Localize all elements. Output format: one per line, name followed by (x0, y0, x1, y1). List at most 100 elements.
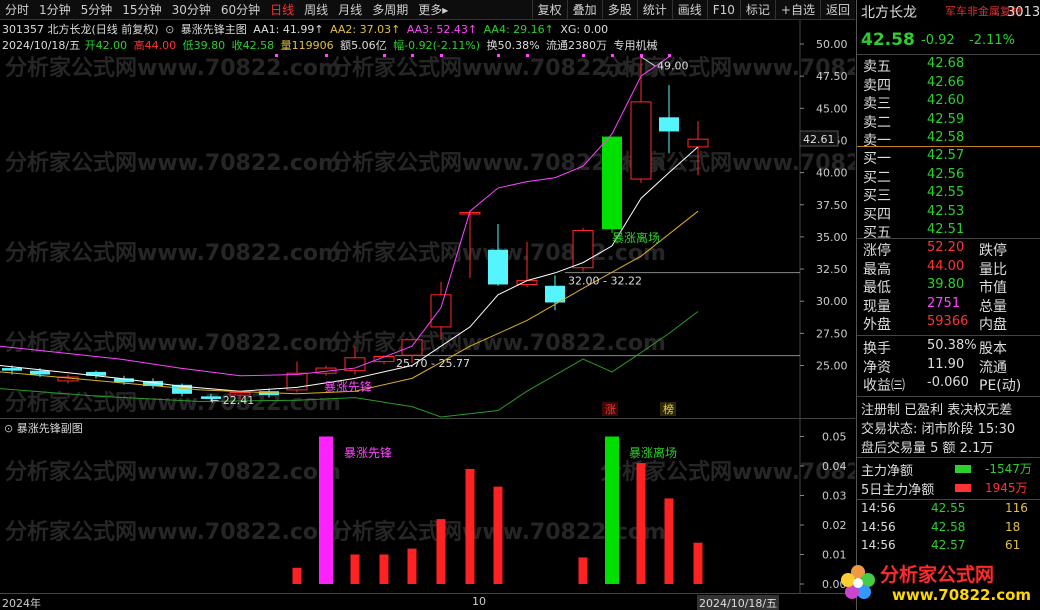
panel-change: -0.92 (921, 33, 955, 48)
row-value: 39.80 (927, 277, 965, 293)
sub-sell-label: 暴涨离场 (629, 445, 677, 460)
period-tab-8[interactable]: 月线 (333, 0, 367, 20)
row-label: 买五 (863, 225, 891, 241)
ask-row-2[interactable]: 卖三 42.60 (857, 93, 1040, 112)
watermark-text: 分析家公式网www.70822.com (5, 150, 341, 176)
signal-dot (275, 54, 278, 57)
period-tab-5[interactable]: 60分钟 (216, 0, 265, 20)
candle-body-up (630, 101, 652, 180)
panel-price: 42.58 (861, 30, 915, 50)
ma-line-magenta (0, 56, 670, 377)
indicator-name[interactable]: 暴涨先锋主图 (181, 23, 247, 36)
fund-row-0[interactable]: 主力净额 -1547万 (857, 460, 1040, 479)
period-tab-4[interactable]: 30分钟 (167, 0, 216, 20)
period-tab-1[interactable]: 1分钟 (34, 0, 76, 20)
candle-body-down (602, 136, 622, 230)
row-value: 42.59 (927, 111, 965, 127)
y-tick-label: 47.50 (816, 70, 848, 83)
row-value: 11.90 (927, 356, 965, 372)
ask-row-0[interactable]: 卖五 42.68 (857, 56, 1040, 75)
stat-row-4[interactable]: 外盘 59366 内盘 (857, 314, 1040, 333)
sub-bar (578, 557, 588, 584)
stat-row-1[interactable]: 最高 44.00 量比 (857, 259, 1040, 278)
dropdown-icon[interactable]: ⊙ (4, 422, 13, 435)
fund-value: 1945万 (985, 481, 1028, 495)
signal-dot (526, 54, 529, 57)
stat2-row-1[interactable]: 净资 11.90 流通 (857, 357, 1040, 376)
period-tab-7[interactable]: 周线 (299, 0, 333, 20)
row-value: 50.38% (927, 338, 977, 353)
row-value: 59366 (927, 314, 969, 330)
row-value: 44.00 (927, 258, 965, 274)
sub-bar (407, 548, 417, 584)
tick-volume: 61 (1005, 538, 1021, 552)
bid-row-3[interactable]: 买四 42.53 (857, 204, 1040, 223)
signal-dot (611, 54, 614, 57)
toolbar-button-6[interactable]: 标记 (739, 0, 775, 20)
toolbar-button-5[interactable]: F10 (706, 0, 740, 20)
signal-dot (383, 54, 386, 57)
divider (857, 499, 1040, 500)
toolbar-button-7[interactable]: +自选 (774, 0, 820, 20)
row-value: 42.60 (927, 93, 965, 108)
range-label-1: 25.70 - 25.77 (396, 357, 470, 370)
period-tab-9[interactable]: 多周期 (367, 0, 413, 20)
period-tab-2[interactable]: 5分钟 (76, 0, 118, 20)
ask-row-3[interactable]: 卖二 42.59 (857, 112, 1040, 131)
sub-chart-title[interactable]: 暴涨先锋副图 (17, 422, 83, 435)
bid-row-1[interactable]: 买二 42.56 (857, 167, 1040, 186)
stat-row-3[interactable]: 现量 2751 总量 (857, 296, 1040, 315)
sub-bar (350, 554, 360, 584)
quote-volume: 量119906 (280, 39, 334, 52)
candle-body-down (488, 249, 508, 285)
row-label: 涨停 (863, 243, 891, 259)
toolbar-button-1[interactable]: 叠加 (566, 0, 602, 20)
main-chart-svg: 分析家公式网www.70822.com 分析家公式网www.70822.com 分析… (0, 20, 855, 418)
row-label: 买三 (863, 188, 891, 204)
row-label-2: 股本 (979, 341, 1007, 357)
row-label: 净资 (863, 359, 891, 376)
stat-row-0[interactable]: 涨停 52.20 跌停 (857, 240, 1040, 259)
row-value: 42.55 (927, 185, 965, 200)
main-kline-chart[interactable]: 分析家公式网www.70822.com 分析家公式网www.70822.com 分析… (0, 20, 855, 418)
row-label: 卖五 (863, 59, 891, 75)
sub-indicator-chart[interactable]: 分析家公式网www.70822.com分析家公式网www.70822.com分析… (0, 418, 855, 594)
row-label: 外盘 (863, 317, 891, 334)
signal-dot (668, 54, 671, 57)
stat2-row-2[interactable]: 收益㈢ -0.060 PE(动) (857, 375, 1040, 394)
quote-sector: 专用机械 (613, 39, 658, 52)
fund-row-1[interactable]: 5日主力净额 1945万 (857, 479, 1040, 498)
period-tab-0[interactable]: 分时 (0, 0, 34, 20)
row-label: 最低 (863, 280, 891, 297)
toolbar-button-0[interactable]: 复权 (531, 0, 567, 20)
sub-y-label: 0.03 (822, 490, 847, 503)
bid-row-0[interactable]: 买一 42.57 (857, 148, 1040, 167)
site-logo: 分析家公式网 www.70822.com (836, 555, 1040, 610)
stat-row-2[interactable]: 最低 39.80 市值 (857, 277, 1040, 296)
tick-volume: 116 (1005, 501, 1028, 515)
row-label-2: 跌停 (979, 243, 1007, 259)
period-tab-6[interactable]: 日线 (265, 0, 299, 20)
dropdown-icon[interactable]: ⊙ (165, 23, 174, 36)
indicator-info-line: 301357 北方长龙(日线 前复权) ⊙ 暴涨先锋主图 AA1: 41.99↑… (2, 21, 611, 37)
quote-close: 收42.58 (231, 39, 275, 52)
candle-body-down (30, 370, 50, 375)
y-tick-label: 30.00 (816, 295, 848, 308)
row-label: 卖二 (863, 114, 891, 131)
sub-bar (636, 463, 646, 584)
period-tab-3[interactable]: 15分钟 (117, 0, 166, 20)
row-value: 42.68 (927, 56, 965, 71)
toolbar-button-8[interactable]: 返回 (819, 0, 855, 20)
sub-bar (379, 554, 389, 584)
logo-url: www.70822.com (892, 586, 1032, 604)
ask-row-1[interactable]: 卖四 42.66 (857, 75, 1040, 94)
toolbar-button-4[interactable]: 画线 (671, 0, 707, 20)
toolbar-button-3[interactable]: 统计 (636, 0, 672, 20)
bid-row-2[interactable]: 买三 42.55 (857, 185, 1040, 204)
xg-value: XG: 0.00 (560, 23, 609, 36)
toolbar-button-2[interactable]: 多股 (601, 0, 637, 20)
period-tab-10[interactable]: 更多▸ (413, 0, 453, 20)
row-label: 换手 (863, 341, 891, 357)
fund-bar (955, 465, 971, 473)
stat2-row-0[interactable]: 换手 50.38% 股本 (857, 338, 1040, 357)
